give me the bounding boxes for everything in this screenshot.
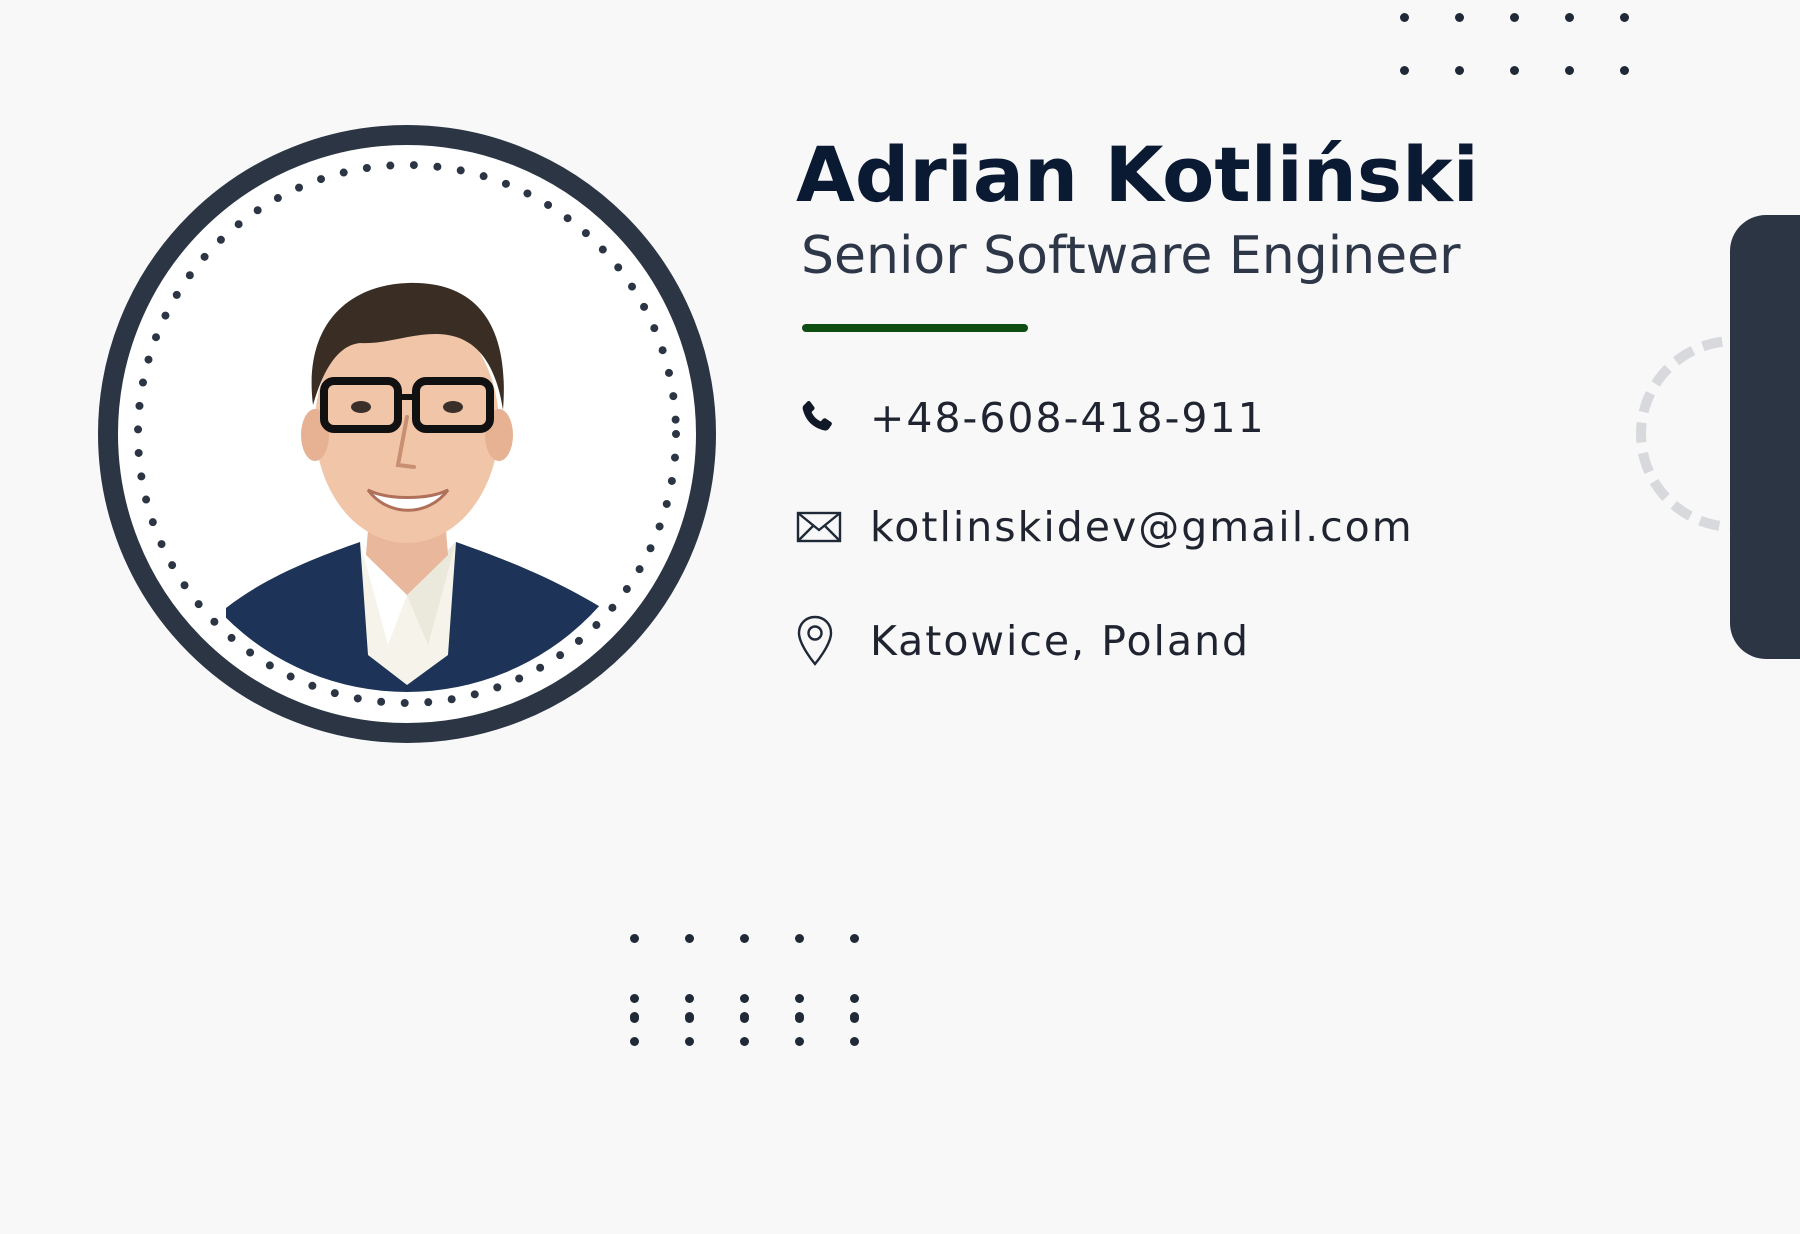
portrait-photo — [98, 125, 716, 743]
job-title: Senior Software Engineer — [801, 226, 1461, 286]
business-card: Adrian Kotliński Senior Software Enginee… — [0, 0, 1800, 1234]
person-name: Adrian Kotliński — [796, 130, 1479, 219]
map-pin-icon — [796, 615, 844, 666]
email-address[interactable]: kotlinskidev@gmail.com — [870, 503, 1414, 551]
avatar — [98, 125, 716, 743]
phone-icon — [796, 394, 844, 442]
contact-phone[interactable]: +48-608-418-911 — [796, 388, 1266, 448]
decorative-side-tab — [1730, 215, 1800, 659]
contact-location: Katowice, Poland — [796, 611, 1250, 671]
decorative-dots-top — [1400, 13, 1629, 75]
contact-email[interactable]: kotlinskidev@gmail.com — [796, 497, 1414, 557]
envelope-icon — [796, 503, 844, 551]
location-text: Katowice, Poland — [870, 617, 1251, 665]
phone-number[interactable]: +48-608-418-911 — [870, 394, 1266, 442]
decorative-dots-bottom — [630, 934, 859, 1046]
accent-divider — [802, 324, 1028, 332]
